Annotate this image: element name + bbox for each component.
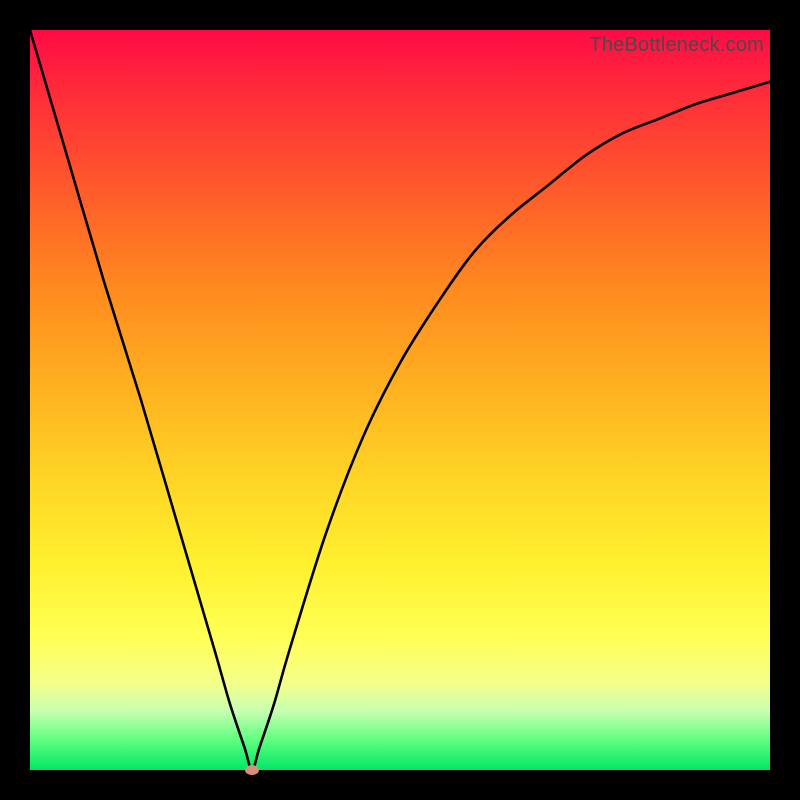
plot-area: TheBottleneck.com bbox=[30, 30, 770, 770]
chart-frame: TheBottleneck.com bbox=[0, 0, 800, 800]
optimal-point-marker bbox=[245, 765, 259, 775]
bottleneck-curve bbox=[30, 30, 770, 770]
